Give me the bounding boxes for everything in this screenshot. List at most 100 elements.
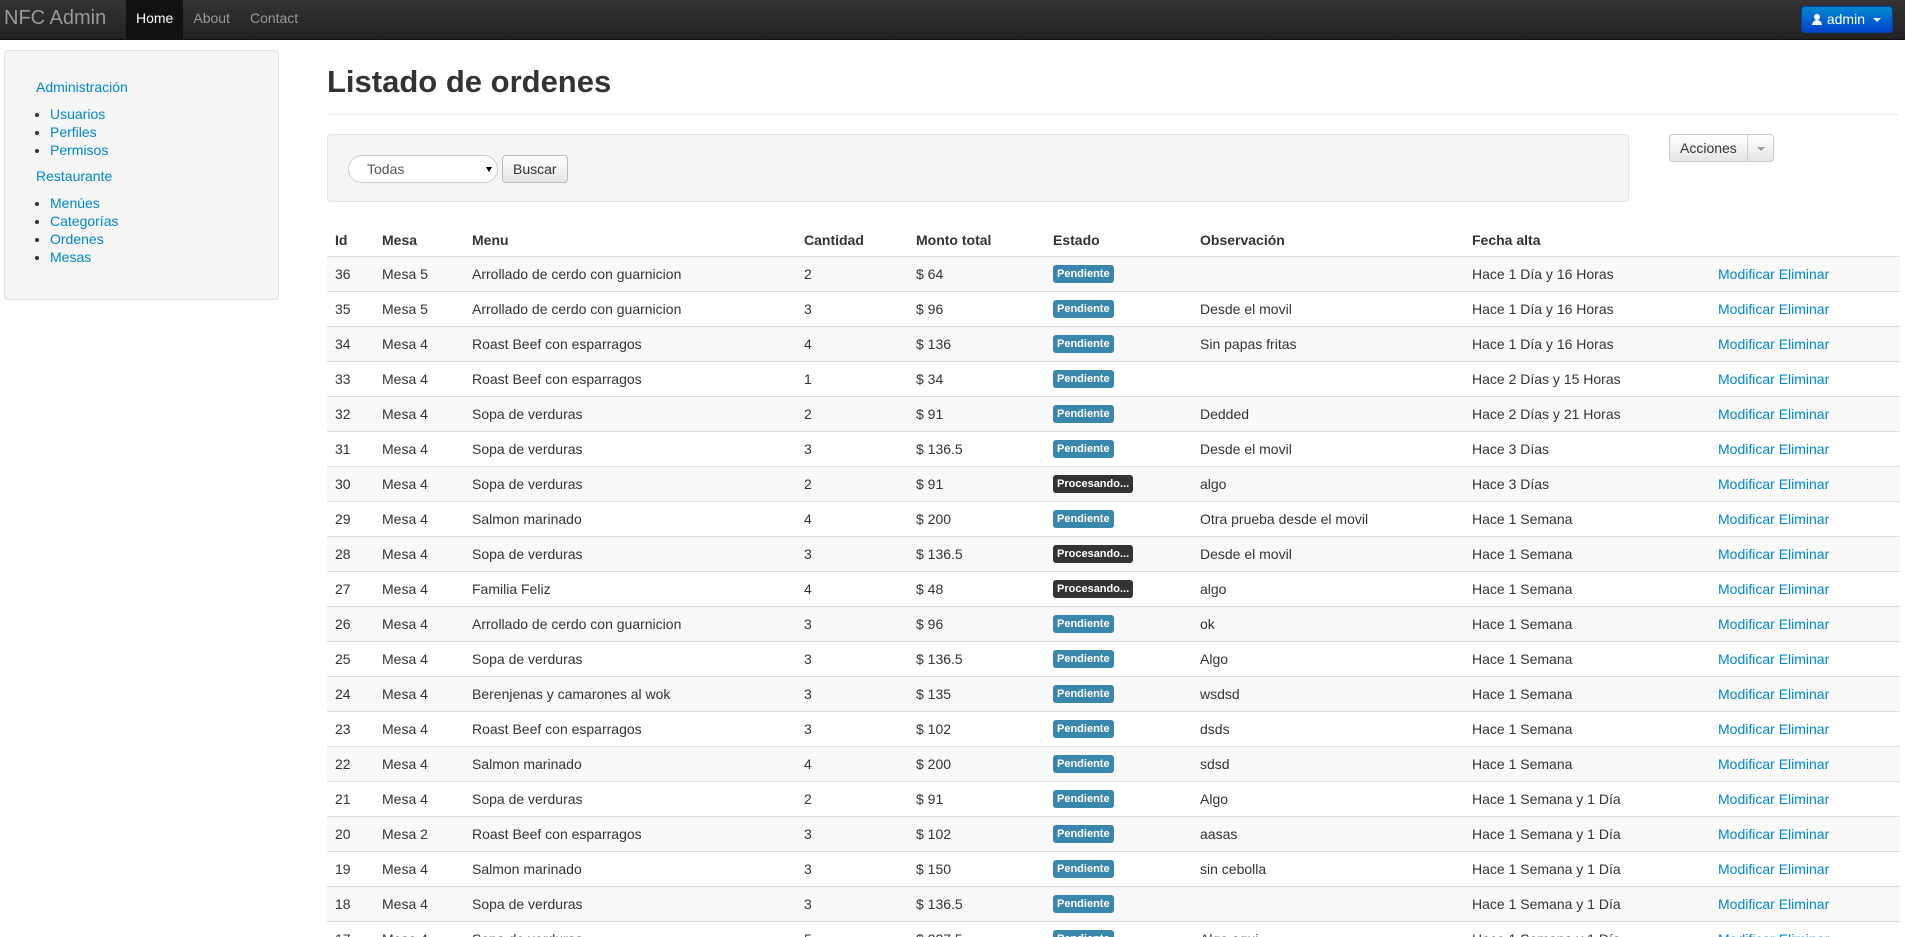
edit-link[interactable]: Modificar [1718,721,1775,737]
sidebar-link-ordenes[interactable]: Ordenes [50,231,104,247]
sidebar-item-permisos: Permisos [50,141,108,159]
edit-link[interactable]: Modificar [1718,476,1775,492]
nav-about[interactable]: About [183,0,240,40]
actions-button[interactable]: Acciones [1669,134,1748,162]
edit-link[interactable]: Modificar [1718,511,1775,527]
status-badge: Pendiente [1053,615,1114,633]
cell-actions: Modificar Eliminar [1710,325,1900,361]
cell-fecha: Hace 2 Días y 21 Horas [1464,395,1710,431]
cell-estado: Pendiente [1045,710,1192,746]
delete-link[interactable]: Eliminar [1779,266,1830,282]
delete-link[interactable]: Eliminar [1779,476,1830,492]
cell-actions: Modificar Eliminar [1710,640,1900,676]
cell-mesa: Mesa 4 [374,570,464,606]
table-row: 33 Mesa 4 Roast Beef con esparragos 1 $ 34 Pe… [327,360,1900,396]
cell-actions: Modificar Eliminar [1710,920,1900,937]
edit-link[interactable]: Modificar [1718,336,1775,352]
delete-link[interactable]: Eliminar [1779,581,1830,597]
cell-observacion: Algo [1192,640,1464,676]
status-badge: Pendiente [1053,720,1114,738]
edit-link[interactable]: Modificar [1718,266,1775,282]
delete-link[interactable]: Eliminar [1779,791,1830,807]
delete-link[interactable]: Eliminar [1779,301,1830,317]
status-badge: Pendiente [1053,930,1114,937]
edit-link[interactable]: Modificar [1718,616,1775,632]
cell-actions: Modificar Eliminar [1710,465,1900,501]
cell-observacion: sdsd [1192,745,1464,781]
delete-link[interactable]: Eliminar [1779,861,1830,877]
sidebar-link-mesas[interactable]: Mesas [50,249,91,265]
table-row: 36 Mesa 5 Arrollado de cerdo con guarnicio… [327,255,1900,291]
cell-observacion [1192,885,1464,921]
sidebar-link-permisos[interactable]: Permisos [50,142,108,158]
cell-menu: Roast Beef con esparragos [464,325,796,361]
edit-link[interactable]: Modificar [1718,896,1775,912]
cell-estado: Pendiente [1045,920,1192,937]
cell-mesa: Mesa 4 [374,360,464,396]
cell-fecha: Hace 1 Semana [1464,500,1710,536]
table-row: 32 Mesa 4 Sopa de verduras 2 $ 91 Pendiente De… [327,395,1900,431]
brand-logo[interactable]: NFC Admin [4,7,106,29]
edit-link[interactable]: Modificar [1718,861,1775,877]
cell-id: 32 [327,395,374,431]
cell-observacion: sin cebolla [1192,850,1464,886]
edit-link[interactable]: Modificar [1718,931,1775,937]
edit-link[interactable]: Modificar [1718,406,1775,422]
cell-actions: Modificar Eliminar [1710,535,1900,571]
cell-menu: Sopa de verduras [464,640,796,676]
delete-link[interactable]: Eliminar [1779,896,1830,912]
cell-id: 23 [327,710,374,746]
cell-mesa: Mesa 4 [374,395,464,431]
cell-observacion: Otra prueba desde el movil [1192,500,1464,536]
delete-link[interactable]: Eliminar [1779,371,1830,387]
sidebar-link-usuarios[interactable]: Usuarios [50,106,105,122]
delete-link[interactable]: Eliminar [1779,651,1830,667]
cell-cantidad: 3 [796,605,908,641]
status-badge: Pendiente [1053,335,1114,353]
delete-link[interactable]: Eliminar [1779,826,1830,842]
nav-home[interactable]: Home [126,0,184,40]
delete-link[interactable]: Eliminar [1779,511,1830,527]
nav-contact[interactable]: Contact [240,0,308,40]
delete-link[interactable]: Eliminar [1779,721,1830,737]
delete-link[interactable]: Eliminar [1779,756,1830,772]
edit-link[interactable]: Modificar [1718,686,1775,702]
search-button[interactable]: Buscar [502,155,568,183]
cell-actions: Modificar Eliminar [1710,745,1900,781]
table-row: 20 Mesa 2 Roast Beef con esparragos 3 $ 102 P… [327,815,1900,851]
cell-monto: $ 102 [908,710,1045,746]
cell-observacion: Algo [1192,780,1464,816]
status-badge: Pendiente [1053,405,1114,423]
edit-link[interactable]: Modificar [1718,756,1775,772]
sidebar-link-perfiles[interactable]: Perfiles [50,124,97,140]
edit-link[interactable]: Modificar [1718,371,1775,387]
cell-cantidad: 2 [796,780,908,816]
cell-mesa: Mesa 4 [374,745,464,781]
cell-actions: Modificar Eliminar [1710,675,1900,711]
delete-link[interactable]: Eliminar [1779,686,1830,702]
cell-actions: Modificar Eliminar [1710,885,1900,921]
table-row: 31 Mesa 4 Sopa de verduras 3 $ 136.5 Pendient… [327,430,1900,466]
delete-link[interactable]: Eliminar [1779,616,1830,632]
status-filter-select[interactable]: Todas [348,155,498,183]
edit-link[interactable]: Modificar [1718,546,1775,562]
edit-link[interactable]: Modificar [1718,826,1775,842]
delete-link[interactable]: Eliminar [1779,931,1830,937]
edit-link[interactable]: Modificar [1718,301,1775,317]
user-menu-button[interactable]: admin [1800,6,1893,33]
cell-fecha: Hace 1 Día y 16 Horas [1464,325,1710,361]
edit-link[interactable]: Modificar [1718,441,1775,457]
edit-link[interactable]: Modificar [1718,581,1775,597]
delete-link[interactable]: Eliminar [1779,336,1830,352]
delete-link[interactable]: Eliminar [1779,441,1830,457]
edit-link[interactable]: Modificar [1718,791,1775,807]
actions-dropdown-toggle[interactable] [1747,134,1774,162]
sidebar-link-categorias[interactable]: Categorías [50,213,118,229]
table-row: 30 Mesa 4 Sopa de verduras 2 $ 91 Procesando.… [327,465,1900,501]
table-row: 22 Mesa 4 Salmon marinado 4 $ 200 Pendiente sd… [327,745,1900,781]
delete-link[interactable]: Eliminar [1779,546,1830,562]
cell-observacion: Algo aqui [1192,920,1464,937]
edit-link[interactable]: Modificar [1718,651,1775,667]
sidebar-link-menues[interactable]: Menúes [50,195,100,211]
delete-link[interactable]: Eliminar [1779,406,1830,422]
